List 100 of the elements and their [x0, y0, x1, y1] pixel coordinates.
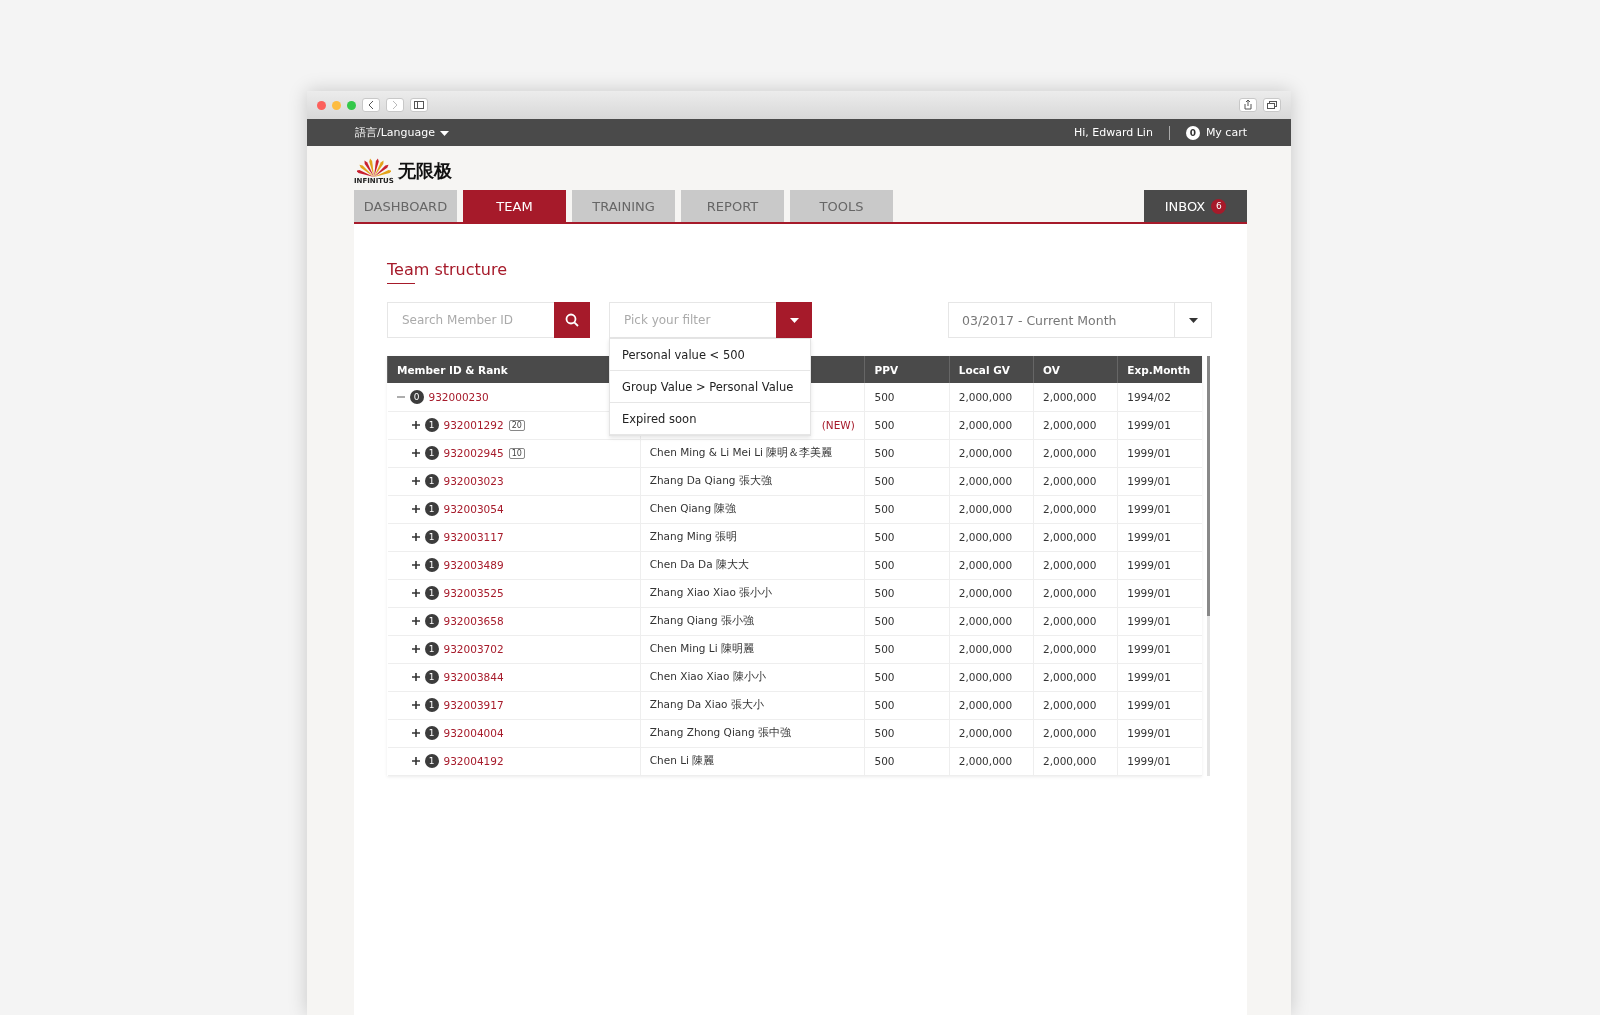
table-cell: 2,000,000 — [949, 383, 1034, 412]
table-cell: 500 — [865, 719, 950, 748]
table-cell: 2,000,000 — [949, 523, 1034, 552]
member-name: Zhang Ming 張明 — [649, 530, 738, 543]
language-selector[interactable]: 語言/Language — [355, 125, 435, 140]
nav-tab[interactable]: DASHBOARD — [354, 190, 457, 222]
table-cell: 2,000,000 — [949, 607, 1034, 636]
member-id-link[interactable]: 932004004 — [443, 727, 504, 740]
inbox-count: 6 — [1211, 198, 1227, 214]
table-cell: 2,000,000 — [1033, 439, 1118, 468]
member-id-link[interactable]: 932003702 — [443, 643, 504, 656]
plus-icon[interactable] — [411, 617, 420, 626]
member-id-link[interactable]: 932003023 — [443, 475, 504, 488]
logo-name: 无限极 — [397, 159, 452, 183]
member-id-link[interactable]: 932003054 — [443, 503, 504, 516]
plus-icon[interactable] — [411, 701, 420, 710]
table-cell: 2,000,000 — [1033, 663, 1118, 692]
member-id-link[interactable]: 932003525 — [443, 587, 504, 600]
table-cell: 2,000,000 — [1033, 747, 1118, 776]
caret-icon — [789, 317, 799, 323]
member-id-link[interactable]: 932004192 — [443, 755, 504, 768]
new-tag: (NEW) — [821, 419, 855, 432]
table-cell: 500 — [865, 495, 950, 524]
table-cell: 1999/01 — [1117, 691, 1202, 720]
member-id-link[interactable]: 932002945 — [443, 447, 504, 460]
search-button[interactable] — [554, 302, 590, 338]
nav-tab[interactable]: REPORT — [681, 190, 784, 222]
filter-select[interactable]: Pick your filter — [609, 302, 812, 338]
table-cell: 1999/01 — [1117, 495, 1202, 524]
period-select[interactable]: 03/2017 - Current Month — [948, 302, 1212, 338]
greeting-text: Hi, Edward Lin — [1073, 126, 1153, 139]
plus-icon[interactable] — [411, 533, 420, 542]
search-box[interactable]: Search Member ID — [387, 302, 590, 338]
member-id-link[interactable]: 932003844 — [443, 671, 504, 684]
member-name: Chen Xiao Xiao 陳小小 — [649, 670, 766, 683]
table-cell: 500 — [865, 691, 950, 720]
rank-badge: 0 — [409, 389, 424, 404]
member-id-link[interactable]: 932000230 — [428, 390, 489, 403]
plus-icon[interactable] — [411, 449, 420, 458]
member-id-link[interactable]: 932003658 — [443, 615, 504, 628]
plus-icon[interactable] — [411, 505, 420, 514]
member-name: Zhang Da Qiang 張大強 — [649, 474, 772, 487]
table-cell: 2,000,000 — [1033, 495, 1118, 524]
nav-tab[interactable]: TEAM — [463, 190, 566, 222]
filter-option[interactable]: Expired soon — [610, 403, 810, 435]
table-cell: 2,000,000 — [949, 719, 1034, 748]
table-cell: 2,000,000 — [949, 663, 1034, 692]
table-cell: 500 — [865, 607, 950, 636]
table-cell: 1994/02 — [1117, 383, 1202, 412]
plus-icon[interactable] — [411, 589, 420, 598]
member-id-link[interactable]: 932003117 — [443, 531, 504, 544]
inbox-button[interactable]: INBOX 6 — [1144, 190, 1247, 222]
plus-icon[interactable] — [411, 477, 420, 486]
table-cell: 2,000,000 — [949, 691, 1034, 720]
downline-count: 10 — [508, 447, 525, 459]
table-cell: 1999/01 — [1117, 579, 1202, 608]
table-cell: 500 — [865, 551, 950, 580]
section-title: Team structure — [387, 260, 507, 281]
table-cell: 2,000,000 — [1033, 383, 1118, 412]
share-button[interactable] — [1239, 98, 1257, 112]
table-cell: 1999/01 — [1117, 523, 1202, 552]
cart-link[interactable]: My cart — [1205, 126, 1247, 139]
plus-icon[interactable] — [411, 673, 420, 682]
table-cell: 2,000,000 — [949, 467, 1034, 496]
plus-icon[interactable] — [411, 561, 420, 570]
tabs-button[interactable] — [1263, 98, 1281, 112]
plus-icon[interactable] — [411, 729, 420, 738]
rank-badge: 1 — [424, 754, 439, 769]
sidebar-icon — [414, 101, 424, 109]
back-button[interactable] — [362, 98, 380, 112]
member-id-link[interactable]: 932003917 — [443, 699, 504, 712]
plus-icon[interactable] — [411, 421, 420, 430]
member-id-link[interactable]: 932001292 — [443, 419, 504, 432]
rank-badge: 1 — [424, 446, 439, 461]
member-name: Chen Ming Li 陳明麗 — [649, 642, 754, 655]
scrollbar-thumb[interactable] — [1207, 356, 1210, 616]
member-name: Zhang Xiao Xiao 張小小 — [649, 586, 773, 599]
search-icon — [565, 313, 579, 327]
rank-badge: 1 — [424, 418, 439, 433]
downline-count: 20 — [508, 419, 525, 431]
member-name: Chen Ming & Li Mei Li 陳明＆李美麗 — [649, 446, 833, 459]
rank-badge: 1 — [424, 502, 439, 517]
table-cell: 1999/01 — [1117, 747, 1202, 776]
member-id-link[interactable]: 932003489 — [443, 559, 504, 572]
nav-tab[interactable]: TRAINING — [572, 190, 675, 222]
sidebar-button[interactable] — [410, 98, 428, 112]
table-cell: 500 — [865, 467, 950, 496]
rank-badge: 1 — [424, 530, 439, 545]
member-name: Zhang Zhong Qiang 張中強 — [649, 726, 791, 739]
table-cell: 2,000,000 — [949, 635, 1034, 664]
table-cell: 2,000,000 — [949, 747, 1034, 776]
table-cell: 1999/01 — [1117, 663, 1202, 692]
filter-option[interactable]: Group Value > Personal Value — [610, 371, 810, 403]
nav-tab[interactable]: TOOLS — [790, 190, 893, 222]
rank-badge: 1 — [424, 474, 439, 489]
caret-icon — [1188, 317, 1198, 323]
table-cell: 2,000,000 — [1033, 607, 1118, 636]
tabs-icon — [1267, 101, 1277, 109]
plus-icon[interactable] — [411, 645, 420, 654]
plus-icon[interactable] — [411, 757, 420, 766]
